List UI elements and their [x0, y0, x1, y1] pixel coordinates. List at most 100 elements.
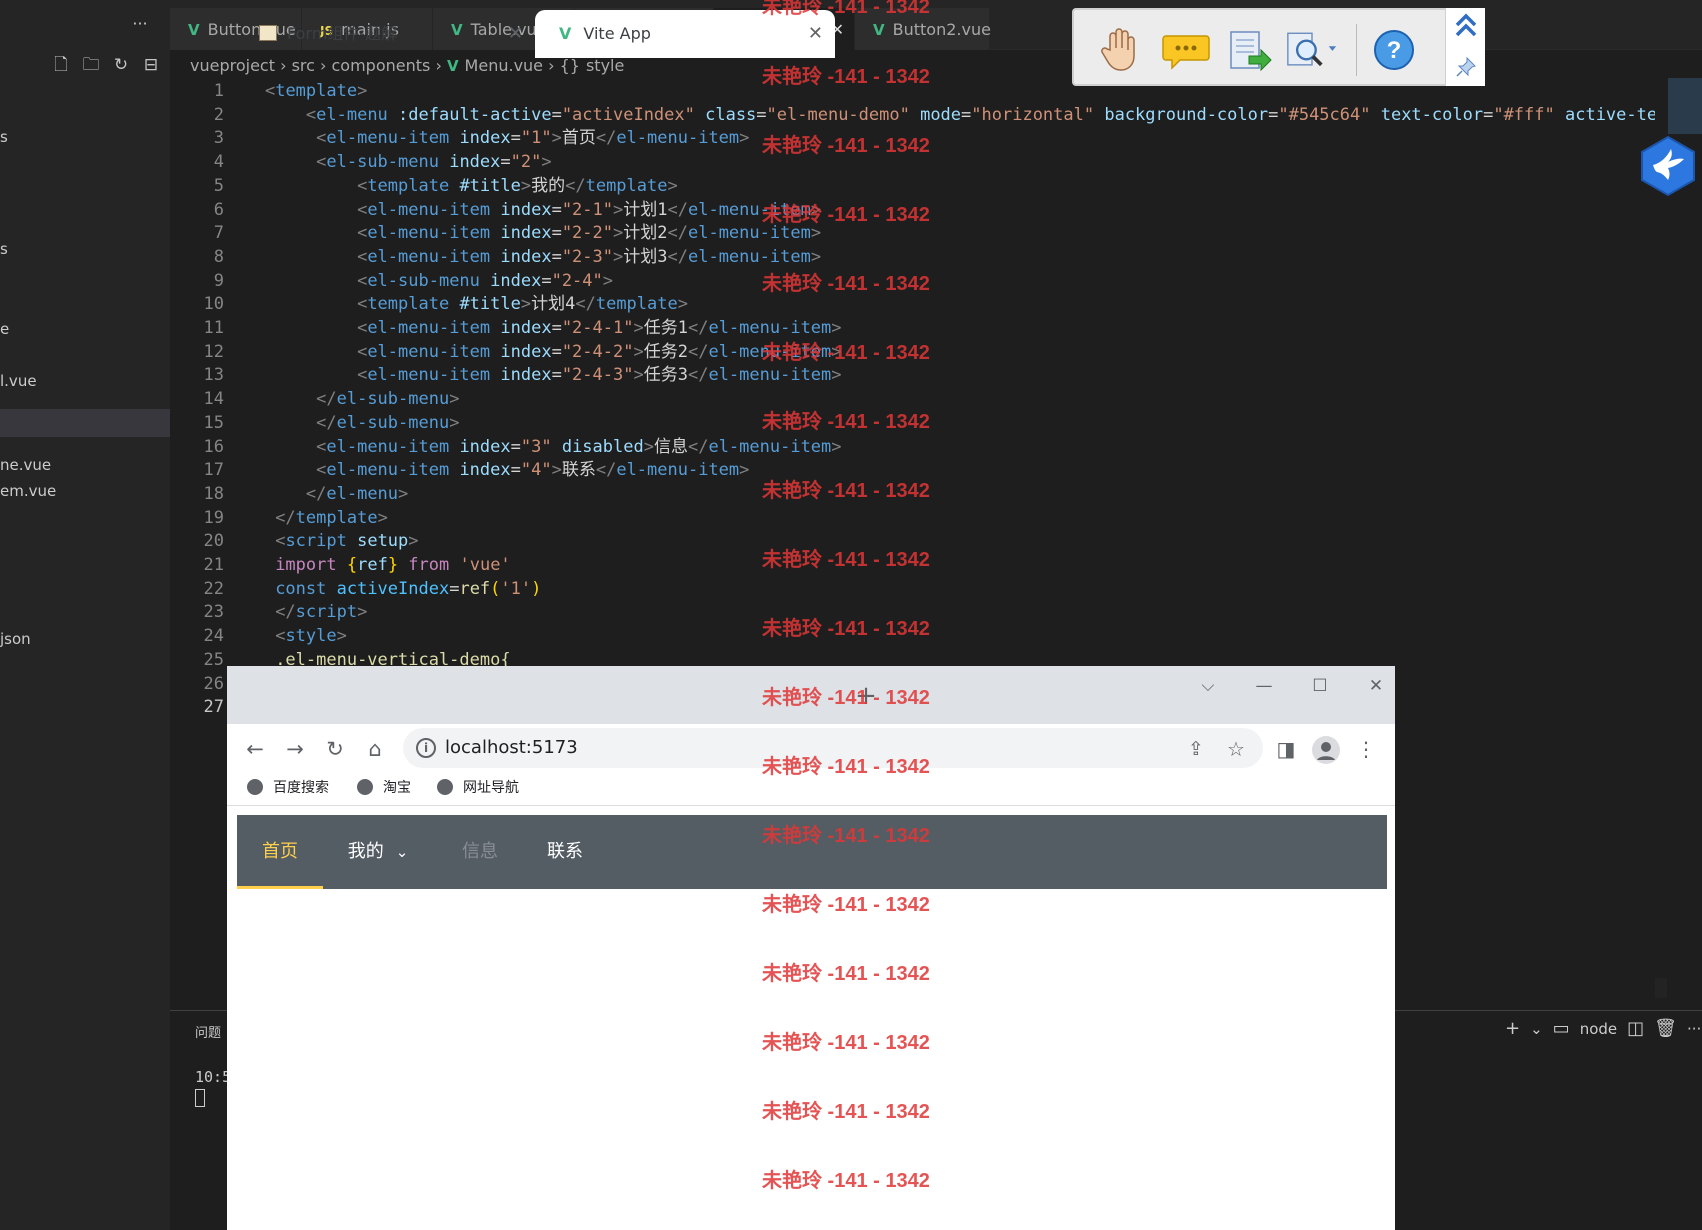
- breadcrumb-part[interactable]: Menu.vue: [465, 56, 543, 75]
- code-token: =: [551, 199, 562, 220]
- plus-icon[interactable]: +: [1505, 1018, 1520, 1039]
- menu-item-contact[interactable]: 联系: [525, 815, 605, 889]
- code-token: "2": [510, 152, 542, 173]
- close-window-button[interactable]: ✕: [1348, 666, 1404, 706]
- minimize-button[interactable]: —: [1236, 666, 1292, 706]
- file-tree-item[interactable]: s: [0, 236, 170, 262]
- code-token: >: [810, 246, 822, 267]
- terminal-label[interactable]: node: [1580, 1020, 1617, 1038]
- new-folder-icon[interactable]: 🗀: [80, 54, 102, 76]
- code-token: script: [285, 531, 358, 552]
- chevron-down-icon[interactable]: ⌄: [1530, 1020, 1543, 1038]
- close-icon[interactable]: ✕: [508, 10, 523, 58]
- breadcrumb-part[interactable]: components: [332, 56, 431, 75]
- code-token: el-menu-item: [367, 223, 501, 244]
- active-underline: [237, 886, 323, 889]
- hand-icon[interactable]: [1094, 25, 1146, 75]
- explorer-toolbar: 🗋 🗀 ↻ ⊟: [50, 54, 162, 76]
- code-token: class: [694, 104, 757, 125]
- code-line[interactable]: 2 <el-menu :default-active="activeIndex"…: [170, 104, 1702, 128]
- browser-tab-form[interactable]: Form组件-题解 ✕: [235, 10, 535, 58]
- code-token: el-menu: [316, 104, 399, 125]
- file-tree-item[interactable]: json: [0, 626, 170, 652]
- file-tree-item[interactable]: s: [0, 124, 170, 150]
- menu-item-home[interactable]: 首页: [237, 815, 323, 889]
- code-token: >: [377, 507, 388, 528]
- floating-assistant-bird-icon[interactable]: [1637, 135, 1699, 197]
- line-number: 12: [203, 341, 224, 362]
- side-panel-icon[interactable]: ◨: [1268, 726, 1304, 772]
- code-token: >: [520, 175, 532, 196]
- zoom-icon[interactable]: [1286, 25, 1338, 75]
- pin-icon[interactable]: [1455, 56, 1477, 82]
- profile-avatar-icon[interactable]: [1312, 736, 1340, 764]
- menu-item-mine-submenu[interactable]: 我的 ⌄: [323, 815, 433, 889]
- bookmark-star-icon[interactable]: ☆: [1218, 726, 1254, 772]
- maximize-button[interactable]: ☐: [1292, 666, 1348, 706]
- trash-icon[interactable]: 🗑: [1654, 1018, 1677, 1039]
- code-line[interactable]: 5 <template #title>我的</template>: [170, 175, 1650, 199]
- back-icon[interactable]: ←: [237, 726, 273, 772]
- bookmark-label: 淘宝: [383, 780, 411, 796]
- code-token: #title: [459, 294, 521, 315]
- home-icon[interactable]: ⌂: [357, 726, 393, 772]
- code-token: template: [595, 294, 678, 315]
- panel-tab-problems[interactable]: 问题: [195, 1022, 221, 1041]
- code-token: =: [510, 460, 521, 481]
- watermark-text: 未艳玲 -141 - 1342: [762, 480, 930, 502]
- code-token: <: [357, 365, 368, 386]
- line-number: 20: [203, 531, 224, 552]
- code-line[interactable]: 16 <el-menu-item index="3" disabled>信息</…: [170, 436, 1650, 460]
- forward-icon[interactable]: →: [277, 726, 313, 772]
- bookmark-nav[interactable]: 网址导航: [437, 770, 519, 806]
- bookmark-baidu[interactable]: 百度搜索: [247, 770, 329, 806]
- url-text[interactable]: localhost:5173: [445, 728, 578, 768]
- breadcrumb-part[interactable]: style: [586, 56, 624, 75]
- code-token: {: [346, 555, 358, 575]
- terminal-icon[interactable]: ▭: [1553, 1018, 1570, 1039]
- split-icon[interactable]: ◫: [1627, 1018, 1644, 1039]
- comment-icon[interactable]: [1160, 25, 1212, 75]
- file-tree-item[interactable]: ne.vue: [0, 452, 170, 478]
- new-file-icon[interactable]: 🗋: [50, 54, 72, 76]
- minimap[interactable]: [1655, 78, 1702, 978]
- breadcrumb-part[interactable]: src: [292, 56, 315, 75]
- file-tree-item[interactable]: em.vue: [0, 478, 170, 504]
- vue-logo-icon: V: [559, 24, 572, 43]
- export-icon[interactable]: [1224, 25, 1276, 75]
- code-token: >: [831, 365, 842, 386]
- code-line[interactable]: 13 <el-menu-item index="2-4-3">任务3</el-m…: [170, 364, 1650, 388]
- code-line[interactable]: 22 const activeIndex=ref('1'): [170, 578, 1650, 602]
- minimap-slider[interactable]: [1668, 78, 1702, 134]
- code-token: =: [756, 104, 767, 125]
- tab-search-icon[interactable]: ⌵: [1180, 666, 1236, 706]
- file-tree-item[interactable]: l.vue: [0, 368, 170, 394]
- file-tree-item[interactable]: e: [0, 316, 170, 342]
- refresh-icon[interactable]: ↻: [110, 54, 132, 76]
- line-number: 8: [213, 246, 224, 267]
- code-token: >: [633, 341, 644, 362]
- code-token: activeIndex: [336, 578, 450, 599]
- watermark-text: 未艳玲 -141 - 1342: [762, 963, 930, 985]
- more-icon[interactable]: ···: [1687, 1020, 1701, 1038]
- share-icon[interactable]: ⇪: [1178, 726, 1214, 772]
- collapse-up-icon[interactable]: [1454, 12, 1478, 44]
- browser-menu-icon[interactable]: ⋮: [1348, 726, 1384, 772]
- breadcrumb-part[interactable]: vueproject: [190, 56, 275, 75]
- code-token: <: [357, 199, 368, 220]
- bookmark-taobao[interactable]: 淘宝: [357, 770, 411, 806]
- code-line[interactable]: 19 </template>: [170, 507, 1650, 531]
- code-line[interactable]: 10 <template #title>计划4</template>: [170, 293, 1650, 317]
- reload-icon[interactable]: ↻: [317, 726, 353, 772]
- help-icon[interactable]: ?: [1368, 25, 1420, 75]
- file-tree-item[interactable]: [0, 410, 170, 436]
- more-actions-icon[interactable]: ···: [128, 14, 152, 36]
- collapse-all-icon[interactable]: ⊟: [140, 54, 162, 76]
- site-info-icon[interactable]: i: [416, 738, 436, 758]
